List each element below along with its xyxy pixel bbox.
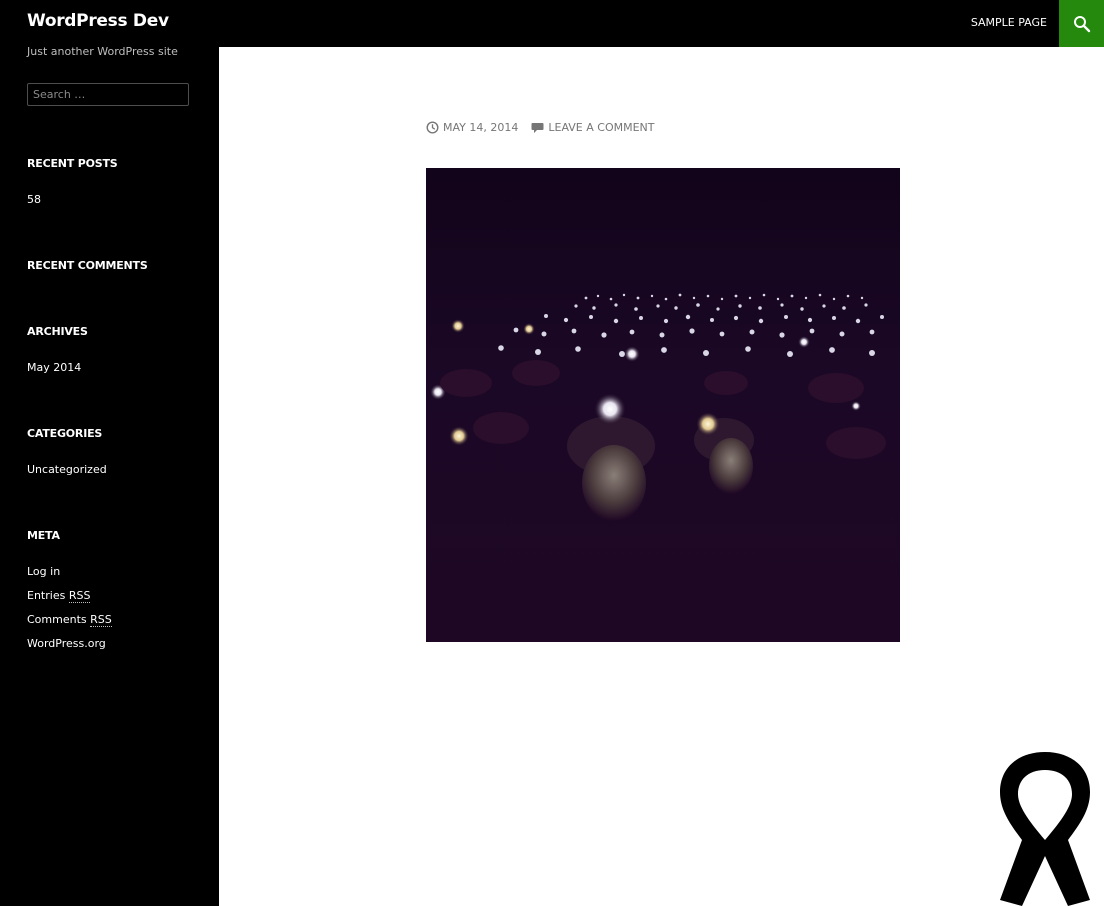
archive-link[interactable]: May 2014 — [27, 361, 81, 374]
widget-title-archives: ARCHIVES — [27, 325, 88, 338]
widget-title-recent-comments: RECENT COMMENTS — [27, 259, 148, 272]
post-date: MAY 14, 2014 — [443, 121, 519, 134]
leave-comment-label: LEAVE A COMMENT — [548, 121, 655, 134]
widget-title-recent-posts: RECENT POSTS — [27, 157, 118, 170]
miners-photo — [426, 168, 900, 642]
post-date-link[interactable]: MAY 14, 2014 — [426, 121, 518, 134]
comments-prefix: Comments — [27, 613, 91, 626]
rss-abbr: RSS — [90, 613, 112, 627]
entries-prefix: Entries — [27, 589, 69, 602]
meta-entries-rss-link[interactable]: Entries RSS — [27, 589, 91, 603]
post-featured-image[interactable] — [426, 168, 900, 642]
site-title-link[interactable]: WordPress Dev — [27, 11, 169, 31]
entry-meta: MAY 14, 2014 LEAVE A COMMENT — [426, 121, 655, 134]
widget-title-categories: CATEGORIES — [27, 427, 103, 440]
black-ribbon-icon — [1000, 752, 1090, 906]
search-input[interactable] — [27, 83, 189, 106]
nav-sample-page[interactable]: SAMPLE PAGE — [971, 16, 1047, 29]
recent-post-link[interactable]: 58 — [27, 193, 41, 206]
sidebar: Just another WordPress site RECENT POSTS… — [0, 45, 219, 906]
clock-icon — [426, 121, 439, 134]
site-header: WordPress Dev SAMPLE PAGE — [0, 0, 1104, 47]
category-link[interactable]: Uncategorized — [27, 463, 107, 476]
widget-title-meta: META — [27, 529, 60, 542]
meta-login-link[interactable]: Log in — [27, 565, 60, 578]
meta-comments-rss-link[interactable]: Comments RSS — [27, 613, 112, 627]
comment-bubble-icon — [531, 122, 544, 133]
leave-comment-link[interactable]: LEAVE A COMMENT — [531, 121, 655, 134]
search-icon — [1073, 15, 1090, 32]
meta-wordpress-org-link[interactable]: WordPress.org — [27, 637, 106, 650]
search-toggle-button[interactable] — [1059, 0, 1104, 47]
site-tagline: Just another WordPress site — [27, 45, 178, 58]
rss-abbr: RSS — [68, 589, 91, 603]
